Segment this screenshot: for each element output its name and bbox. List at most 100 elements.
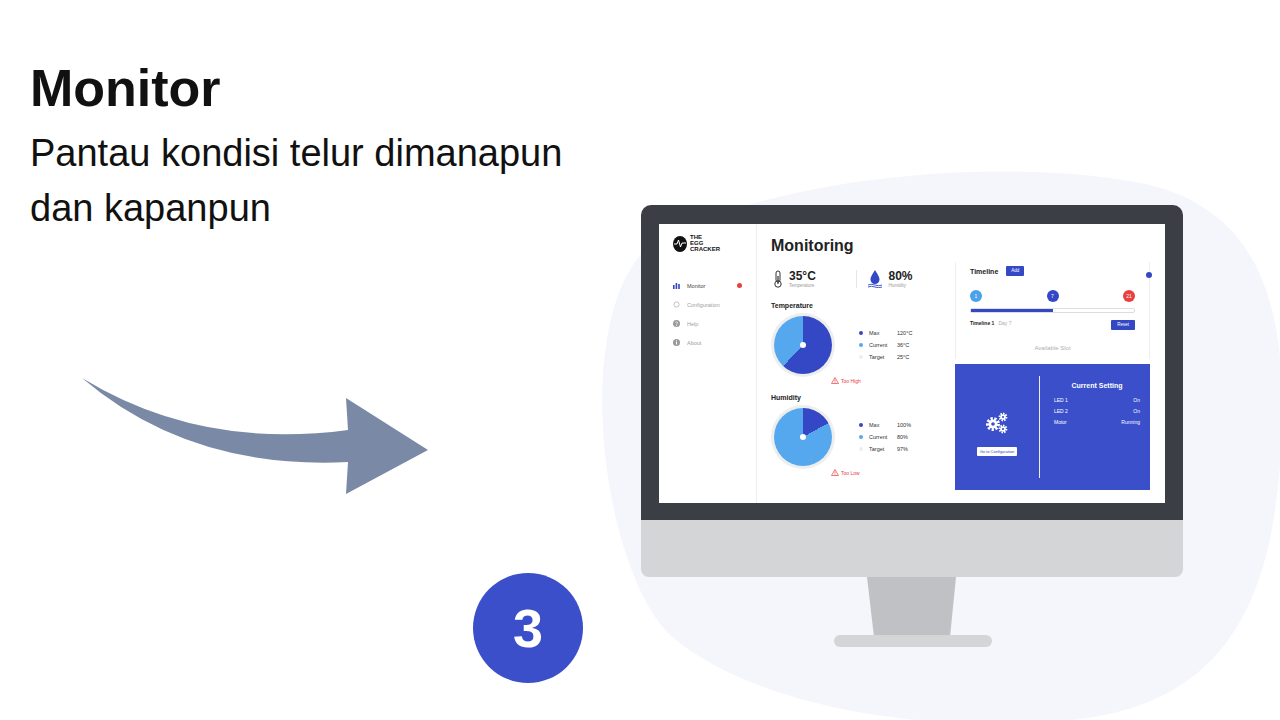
warning-icon <box>831 469 839 476</box>
pie-chart <box>774 408 832 466</box>
stat: 35°C Temperature <box>771 270 856 288</box>
sidebar-label: Configuration <box>687 302 720 308</box>
stat-label: Humidity <box>889 283 913 288</box>
info-icon <box>673 339 680 346</box>
sidebar-item[interactable]: Help <box>673 314 756 333</box>
legend-row: Max 100% <box>859 422 911 428</box>
sidebar-nav: Monitor Configuration Help About <box>673 276 756 352</box>
legend: Max 120°C Current 36°C Target 25°C <box>859 330 912 360</box>
step-badge: 3 <box>473 573 583 683</box>
thermometer-icon <box>773 270 783 288</box>
gauge-section: Temperature Max 120°C Current 36°C Targe… <box>771 302 949 384</box>
add-button[interactable]: Add <box>1006 266 1024 276</box>
gears-icon <box>984 411 1010 435</box>
stat-value: 80% <box>889 270 913 283</box>
arrow-icon <box>80 378 440 508</box>
stat-text: 35°C Temperature <box>789 270 816 288</box>
pie-center <box>800 342 806 348</box>
stat-value: 35°C <box>789 270 816 283</box>
legend: Max 100% Current 80% Target 97% <box>859 422 911 452</box>
current-setting: Current Setting LED 1 OnLED 2 OnMotor Ru… <box>1040 376 1150 478</box>
help-icon <box>673 320 680 327</box>
gauge-row: Max 100% Current 80% Target 97% <box>771 405 949 469</box>
timeline-title: Timeline <box>970 268 998 275</box>
sidebar-label: Monitor <box>687 283 705 289</box>
timeline-card: Timeline Add 1721 Timeline 1 Day 7 Reset… <box>955 262 1150 359</box>
legend-dot <box>859 331 863 335</box>
legend-value: 80% <box>897 434 908 440</box>
timeline-markers: 1721 <box>970 290 1135 302</box>
page-title: Monitoring <box>771 236 949 256</box>
legend-row: Current 80% <box>859 434 911 440</box>
logo-text: THEEGGCRACKER <box>690 234 720 252</box>
gauge-row: Max 120°C Current 36°C Target 25°C <box>771 313 949 377</box>
monitor-bezel: THEEGGCRACKER Monitor Configuration Help… <box>641 205 1183 520</box>
setting-name: LED 2 <box>1054 408 1068 419</box>
sidebar-item[interactable]: Monitor <box>673 276 756 295</box>
timeline-name: Timeline 1 <box>970 320 994 326</box>
stat-label: Temperature <box>789 283 816 288</box>
gauge-ring <box>771 313 835 377</box>
legend-dot <box>859 447 863 451</box>
available-slot: Available Slot <box>970 345 1135 351</box>
setting-name: Motor <box>1054 419 1067 430</box>
scroll-dot[interactable] <box>1146 272 1152 278</box>
legend-label: Target <box>869 446 897 452</box>
sidebar-item[interactable]: About <box>673 333 756 352</box>
sidebar: THEEGGCRACKER Monitor Configuration Help… <box>659 224 757 503</box>
gauge-title: Temperature <box>771 302 949 309</box>
egg-logo-icon <box>673 234 687 252</box>
warning-icon <box>831 377 839 384</box>
legend-row: Target 25°C <box>859 354 912 360</box>
warning: Too High <box>831 377 949 384</box>
warning-text: Too High <box>841 378 861 384</box>
legend-row: Max 120°C <box>859 330 912 336</box>
slide-subtitle: Pantau kondisi telur dimanapun dan kapan… <box>30 126 630 236</box>
logo-line: CRACKER <box>690 246 720 252</box>
monitor-stand <box>832 577 1002 652</box>
setting-value: Running <box>1121 419 1140 430</box>
timeline-info: Timeline 1 Day 7 Reset <box>970 316 1135 330</box>
logo-line: EGG <box>690 240 720 246</box>
pie-chart <box>774 316 832 374</box>
legend-dot <box>859 355 863 359</box>
right-column: Timeline Add 1721 Timeline 1 Day 7 Reset… <box>955 224 1165 503</box>
configuration-button[interactable]: Go to Configuration <box>977 447 1018 456</box>
legend-label: Current <box>869 342 897 348</box>
stat-text: 80% Humidity <box>889 270 913 288</box>
timeline-day: Day 7 <box>998 320 1011 326</box>
legend-value: 97% <box>897 446 908 452</box>
setting-row: LED 2 On <box>1054 408 1140 419</box>
monitoring-panel: Monitoring 35°C Temperature 80% Humidity… <box>757 224 955 503</box>
timeline-marker[interactable]: 21 <box>1123 290 1135 302</box>
legend-row: Current 36°C <box>859 342 912 348</box>
timeline-marker[interactable]: 1 <box>970 290 982 302</box>
legend-value: 36°C <box>897 342 909 348</box>
settings-shortcut: Go to Configuration <box>955 376 1039 478</box>
legend-label: Max <box>869 422 897 428</box>
app-screen: THEEGGCRACKER Monitor Configuration Help… <box>659 224 1165 503</box>
legend-label: Target <box>869 354 897 360</box>
gear-icon <box>673 301 680 308</box>
legend-row: Target 97% <box>859 446 911 452</box>
legend-value: 25°C <box>897 354 909 360</box>
settings-divider <box>1039 376 1040 478</box>
monitor-chin <box>641 520 1183 577</box>
setting-value: On <box>1133 408 1140 419</box>
settings-title: Current Setting <box>1054 382 1140 389</box>
chart-icon <box>673 282 680 289</box>
pie-center <box>800 434 806 440</box>
legend-value: 120°C <box>897 330 912 336</box>
settings-card: Go to Configuration Current Setting LED … <box>955 364 1150 490</box>
timeline-marker[interactable]: 7 <box>1047 290 1059 302</box>
reset-button[interactable]: Reset <box>1111 320 1135 330</box>
monitor: THEEGGCRACKER Monitor Configuration Help… <box>641 205 1183 577</box>
slide-title: Monitor <box>30 56 630 120</box>
timeline-progress-fill <box>971 309 1053 312</box>
sidebar-label: Help <box>687 321 698 327</box>
logo-line: THE <box>690 234 720 240</box>
legend-dot <box>859 423 863 427</box>
slide-text: Monitor Pantau kondisi telur dimanapun d… <box>0 0 630 236</box>
setting-row: Motor Running <box>1054 419 1140 430</box>
sidebar-item[interactable]: Configuration <box>673 295 756 314</box>
